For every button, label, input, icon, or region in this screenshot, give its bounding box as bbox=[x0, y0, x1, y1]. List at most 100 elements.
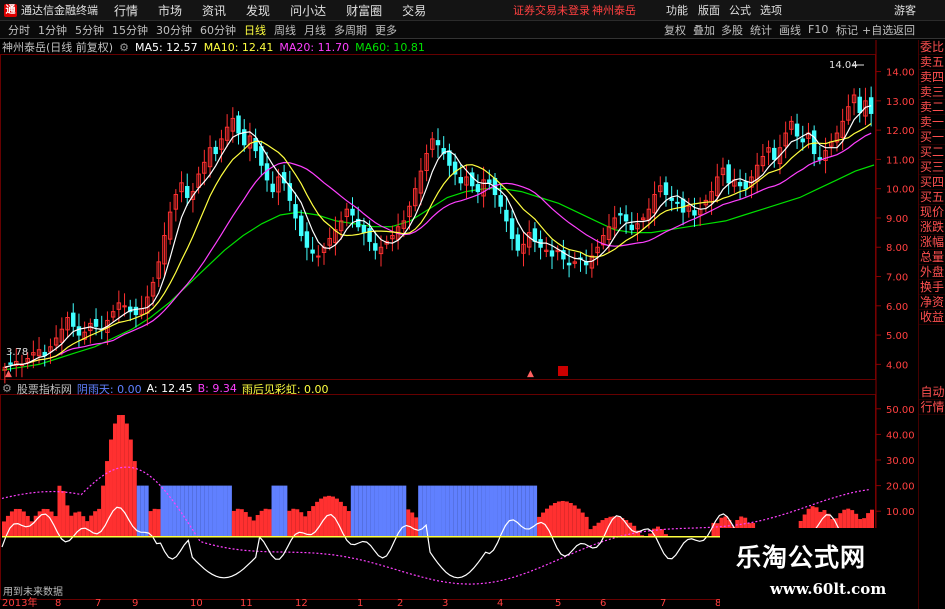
indicator-red-bar bbox=[287, 510, 292, 537]
indicator-red-bar bbox=[410, 512, 415, 537]
side-tab-6[interactable]: 买一 bbox=[919, 130, 945, 145]
candle-body bbox=[857, 96, 862, 114]
menu-layout[interactable]: 版面 bbox=[698, 2, 720, 18]
side-tab-7[interactable]: 买二 bbox=[919, 145, 945, 160]
tool-restore-rights[interactable]: 复权 bbox=[664, 22, 686, 38]
side-tab-17[interactable]: 净资 bbox=[919, 295, 945, 310]
indicator-blue-bar bbox=[441, 485, 446, 537]
period-30min[interactable]: 30分钟 bbox=[156, 22, 192, 38]
tool-overlay[interactable]: 叠加 bbox=[693, 22, 715, 38]
price-tick-label: 12.00 bbox=[886, 126, 915, 137]
side-tab-13[interactable]: 涨幅 bbox=[919, 235, 945, 250]
indicator-red-bar bbox=[588, 529, 593, 537]
period-1min[interactable]: 1分钟 bbox=[38, 22, 67, 38]
side-tab-12[interactable]: 涨跌 bbox=[919, 220, 945, 235]
tool-add-watchlist[interactable]: +自选 bbox=[862, 22, 893, 38]
menu-guest[interactable]: 游客 bbox=[894, 2, 916, 18]
chart-canvas[interactable]: 14.0013.0012.0011.0010.009.008.007.006.0… bbox=[0, 40, 918, 609]
period-60min[interactable]: 60分钟 bbox=[200, 22, 236, 38]
indicator-blue-bar bbox=[200, 485, 205, 537]
date-tick-label: 5 bbox=[555, 598, 561, 609]
side-tab-10[interactable]: 买五 bbox=[919, 190, 945, 205]
watermark-url: www.60lt.com bbox=[770, 580, 887, 598]
indicator-blue-bar bbox=[382, 485, 387, 537]
side-tab-4[interactable]: 卖二 bbox=[919, 100, 945, 115]
indicator-red-bar bbox=[307, 511, 312, 537]
side-tab-lower-0[interactable]: 自动 bbox=[919, 385, 945, 400]
side-tab-11[interactable]: 现价 bbox=[919, 205, 945, 220]
candle-body bbox=[458, 177, 464, 184]
menu-bar: 通 通达信金融终端 行情 市场 资讯 发现 问小达 财富圈 交易 证券交易未登录… bbox=[0, 0, 945, 21]
side-tab-5[interactable]: 卖一 bbox=[919, 115, 945, 130]
menu-options[interactable]: 选项 bbox=[760, 2, 782, 18]
menu-trade[interactable]: 交易 bbox=[402, 2, 426, 19]
indicator-red-bar bbox=[81, 516, 86, 537]
side-tab-1[interactable]: 卖五 bbox=[919, 55, 945, 70]
indicator-blue-bar bbox=[370, 485, 375, 537]
indicator-blue-bar bbox=[445, 485, 450, 537]
period-weekly[interactable]: 周线 bbox=[274, 22, 296, 38]
side-tab-8[interactable]: 买三 bbox=[919, 160, 945, 175]
indicator-red-bar bbox=[584, 516, 589, 537]
indicator-red-bar bbox=[69, 515, 74, 537]
indicator-red-bar bbox=[327, 495, 331, 537]
tool-multi-stock[interactable]: 多股 bbox=[721, 22, 743, 38]
side-tab-9[interactable]: 买四 bbox=[919, 175, 945, 190]
indicator-red-bar bbox=[576, 508, 581, 537]
tool-mark[interactable]: 标记 bbox=[836, 22, 858, 38]
menu-function[interactable]: 功能 bbox=[666, 2, 688, 18]
side-tab-2[interactable]: 卖四 bbox=[919, 70, 945, 85]
tool-draw[interactable]: 画线 bbox=[779, 22, 801, 38]
period-5min[interactable]: 5分钟 bbox=[75, 22, 104, 38]
menu-wealth[interactable]: 财富圈 bbox=[346, 2, 382, 19]
indicator-settings-icon[interactable]: ⚙ bbox=[2, 382, 12, 395]
menu-news[interactable]: 资讯 bbox=[202, 2, 226, 19]
indicator-blue-bar bbox=[477, 485, 482, 537]
side-tab-14[interactable]: 总量 bbox=[919, 250, 945, 265]
candle-body bbox=[236, 115, 241, 134]
menu-market[interactable]: 市场 bbox=[158, 2, 182, 19]
trade-login-notice[interactable]: 证券交易未登录 bbox=[513, 2, 590, 18]
indicator-red-bar bbox=[116, 415, 121, 537]
indicator-red-bar bbox=[342, 506, 347, 537]
date-tick-label: 4 bbox=[497, 598, 503, 609]
indicator-red-bar bbox=[656, 526, 660, 537]
candle-body bbox=[800, 138, 805, 143]
tool-f10[interactable]: F10 bbox=[808, 23, 828, 36]
indicator-red-bar bbox=[45, 508, 50, 537]
indicator-blue-bar bbox=[212, 485, 217, 537]
indicator-red-bar bbox=[112, 423, 117, 537]
candle-body bbox=[669, 197, 674, 201]
tool-stats[interactable]: 统计 bbox=[750, 22, 772, 38]
side-tab-0[interactable]: 委比 bbox=[919, 40, 945, 55]
side-tab-lower-1[interactable]: 行情 bbox=[919, 400, 945, 415]
side-tab-3[interactable]: 卖三 bbox=[919, 85, 945, 100]
price-tick-label: 4.00 bbox=[886, 360, 908, 371]
period-timeshare[interactable]: 分时 bbox=[8, 22, 30, 38]
indicator-red-bar bbox=[17, 508, 22, 537]
tool-back[interactable]: 返回 bbox=[893, 22, 915, 38]
indicator-blue-bar bbox=[168, 485, 173, 537]
indicator-info: ⚙ 股票指标网 阴雨天: 0.00 A: 12.45 B: 9.34 雨后见彩虹… bbox=[2, 382, 334, 396]
period-more[interactable]: 更多 bbox=[375, 22, 397, 38]
indicator-blue-bar bbox=[188, 485, 193, 537]
side-tab-15[interactable]: 外盘 bbox=[919, 265, 945, 280]
candle-body bbox=[487, 179, 492, 184]
candle-body bbox=[692, 210, 697, 216]
side-tab-16[interactable]: 换手 bbox=[919, 280, 945, 295]
candle-body bbox=[270, 183, 275, 193]
indicator-blue-bar bbox=[374, 485, 379, 537]
period-15min[interactable]: 15分钟 bbox=[112, 22, 148, 38]
period-monthly[interactable]: 月线 bbox=[304, 22, 326, 38]
menu-ask[interactable]: 问小达 bbox=[290, 2, 326, 19]
price-low-mark: 3.78 bbox=[6, 347, 28, 358]
menu-quotes[interactable]: 行情 bbox=[114, 2, 138, 19]
indicator-red-bar bbox=[21, 511, 26, 537]
candle-body bbox=[133, 306, 139, 316]
period-daily[interactable]: 日线 bbox=[244, 22, 266, 38]
period-multi[interactable]: 多周期 bbox=[334, 22, 367, 38]
menu-discover[interactable]: 发现 bbox=[246, 2, 270, 19]
menu-formula[interactable]: 公式 bbox=[729, 2, 751, 18]
side-tab-18[interactable]: 收益 bbox=[919, 310, 945, 325]
candle-body bbox=[737, 181, 743, 187]
